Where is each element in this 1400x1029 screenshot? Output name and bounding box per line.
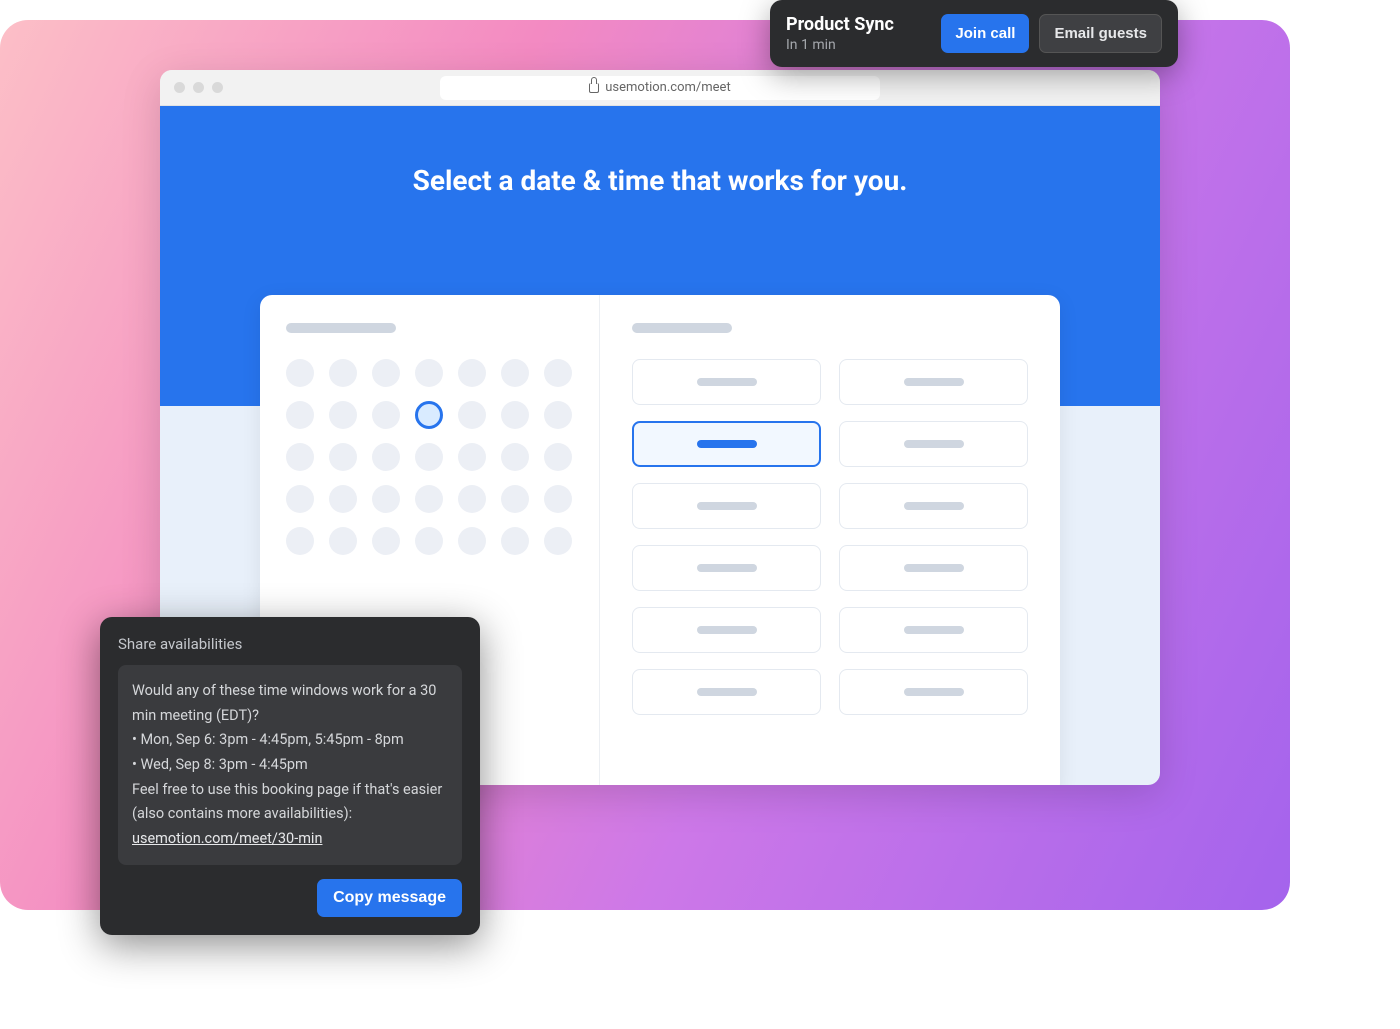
- calendar-day[interactable]: [286, 401, 314, 429]
- calendar-day[interactable]: [372, 443, 400, 471]
- url-text: usemotion.com/meet: [605, 80, 730, 95]
- timeslot-option[interactable]: [839, 607, 1028, 653]
- calendar-day[interactable]: [458, 443, 486, 471]
- calendar-day[interactable]: [501, 485, 529, 513]
- calendar-day[interactable]: [501, 527, 529, 555]
- calendar-day[interactable]: [372, 527, 400, 555]
- calendar-day[interactable]: [415, 527, 443, 555]
- url-bar[interactable]: usemotion.com/meet: [440, 76, 880, 100]
- timeslot-label-placeholder: [697, 502, 757, 510]
- timeslots-panel: [600, 295, 1060, 785]
- share-intro: Would any of these time windows work for…: [132, 679, 448, 728]
- timeslot-option[interactable]: [632, 421, 821, 467]
- timeslot-option[interactable]: [632, 669, 821, 715]
- calendar-day[interactable]: [458, 401, 486, 429]
- booking-link[interactable]: usemotion.com/meet/30-min: [132, 827, 448, 852]
- calendar-day[interactable]: [329, 527, 357, 555]
- calendar-day[interactable]: [544, 401, 572, 429]
- share-availabilities-panel: Share availabilities Would any of these …: [100, 617, 480, 935]
- copy-message-button[interactable]: Copy message: [317, 879, 462, 917]
- timeslot-label-placeholder: [697, 626, 757, 634]
- meeting-notification: Product Sync In 1 min Join call Email gu…: [770, 0, 1178, 67]
- browser-title-bar: usemotion.com/meet: [160, 70, 1160, 106]
- timeslot-label-placeholder: [904, 688, 964, 696]
- share-panel-footer: Copy message: [118, 879, 462, 917]
- calendar-day[interactable]: [415, 485, 443, 513]
- calendar-day[interactable]: [329, 443, 357, 471]
- timeslot-label-placeholder: [697, 688, 757, 696]
- notification-text: Product Sync In 1 min: [786, 14, 894, 53]
- timeslot-option[interactable]: [839, 359, 1028, 405]
- calendar-day[interactable]: [544, 527, 572, 555]
- calendar-day[interactable]: [415, 401, 443, 429]
- lock-icon: [589, 83, 599, 93]
- traffic-lights: [174, 82, 223, 93]
- timeslot-option[interactable]: [632, 545, 821, 591]
- calendar-day[interactable]: [458, 527, 486, 555]
- timeslot-grid: [632, 359, 1028, 715]
- notification-actions: Join call Email guests: [941, 14, 1162, 53]
- timeslot-label-placeholder: [904, 378, 964, 386]
- calendar-day[interactable]: [415, 443, 443, 471]
- timeslot-option[interactable]: [632, 483, 821, 529]
- timeslot-option[interactable]: [632, 359, 821, 405]
- calendar-day[interactable]: [458, 485, 486, 513]
- minimize-dot-icon[interactable]: [193, 82, 204, 93]
- calendar-day[interactable]: [544, 359, 572, 387]
- timeslot-label-placeholder: [697, 378, 757, 386]
- email-guests-button[interactable]: Email guests: [1039, 14, 1162, 53]
- calendar-day[interactable]: [286, 359, 314, 387]
- share-slot-line-2: • Wed, Sep 8: 3pm - 4:45pm: [132, 753, 448, 778]
- calendar-day[interactable]: [372, 359, 400, 387]
- calendar-day[interactable]: [501, 443, 529, 471]
- calendar-day[interactable]: [458, 359, 486, 387]
- timeslot-label-placeholder: [904, 626, 964, 634]
- notification-title: Product Sync: [786, 14, 894, 35]
- calendar-day[interactable]: [329, 359, 357, 387]
- join-call-button[interactable]: Join call: [941, 14, 1029, 53]
- calendar-day[interactable]: [329, 485, 357, 513]
- share-message-body: Would any of these time windows work for…: [118, 665, 462, 865]
- calendar-day[interactable]: [415, 359, 443, 387]
- timeslot-option[interactable]: [839, 669, 1028, 715]
- share-outro: Feel free to use this booking page if th…: [132, 778, 448, 827]
- calendar-day[interactable]: [372, 401, 400, 429]
- calendar-day[interactable]: [286, 485, 314, 513]
- calendar-day[interactable]: [501, 359, 529, 387]
- timeslot-option[interactable]: [839, 545, 1028, 591]
- notification-subtitle: In 1 min: [786, 37, 894, 53]
- timeslot-option[interactable]: [839, 421, 1028, 467]
- calendar-grid: [286, 359, 573, 555]
- calendar-day[interactable]: [501, 401, 529, 429]
- timeslot-option[interactable]: [839, 483, 1028, 529]
- timeslot-label-placeholder: [697, 440, 757, 448]
- timeslot-label-placeholder: [904, 502, 964, 510]
- calendar-day[interactable]: [544, 485, 572, 513]
- calendar-day[interactable]: [286, 527, 314, 555]
- close-dot-icon[interactable]: [174, 82, 185, 93]
- timeslot-label-placeholder: [904, 440, 964, 448]
- maximize-dot-icon[interactable]: [212, 82, 223, 93]
- calendar-month-label: [286, 323, 396, 333]
- calendar-day[interactable]: [329, 401, 357, 429]
- calendar-day[interactable]: [544, 443, 572, 471]
- timeslot-label-placeholder: [697, 564, 757, 572]
- calendar-day[interactable]: [372, 485, 400, 513]
- timeslots-date-label: [632, 323, 732, 333]
- timeslot-option[interactable]: [632, 607, 821, 653]
- timeslot-label-placeholder: [904, 564, 964, 572]
- share-slot-line-1: • Mon, Sep 6: 3pm - 4:45pm, 5:45pm - 8pm: [132, 728, 448, 753]
- calendar-day[interactable]: [286, 443, 314, 471]
- share-panel-title: Share availabilities: [118, 635, 462, 653]
